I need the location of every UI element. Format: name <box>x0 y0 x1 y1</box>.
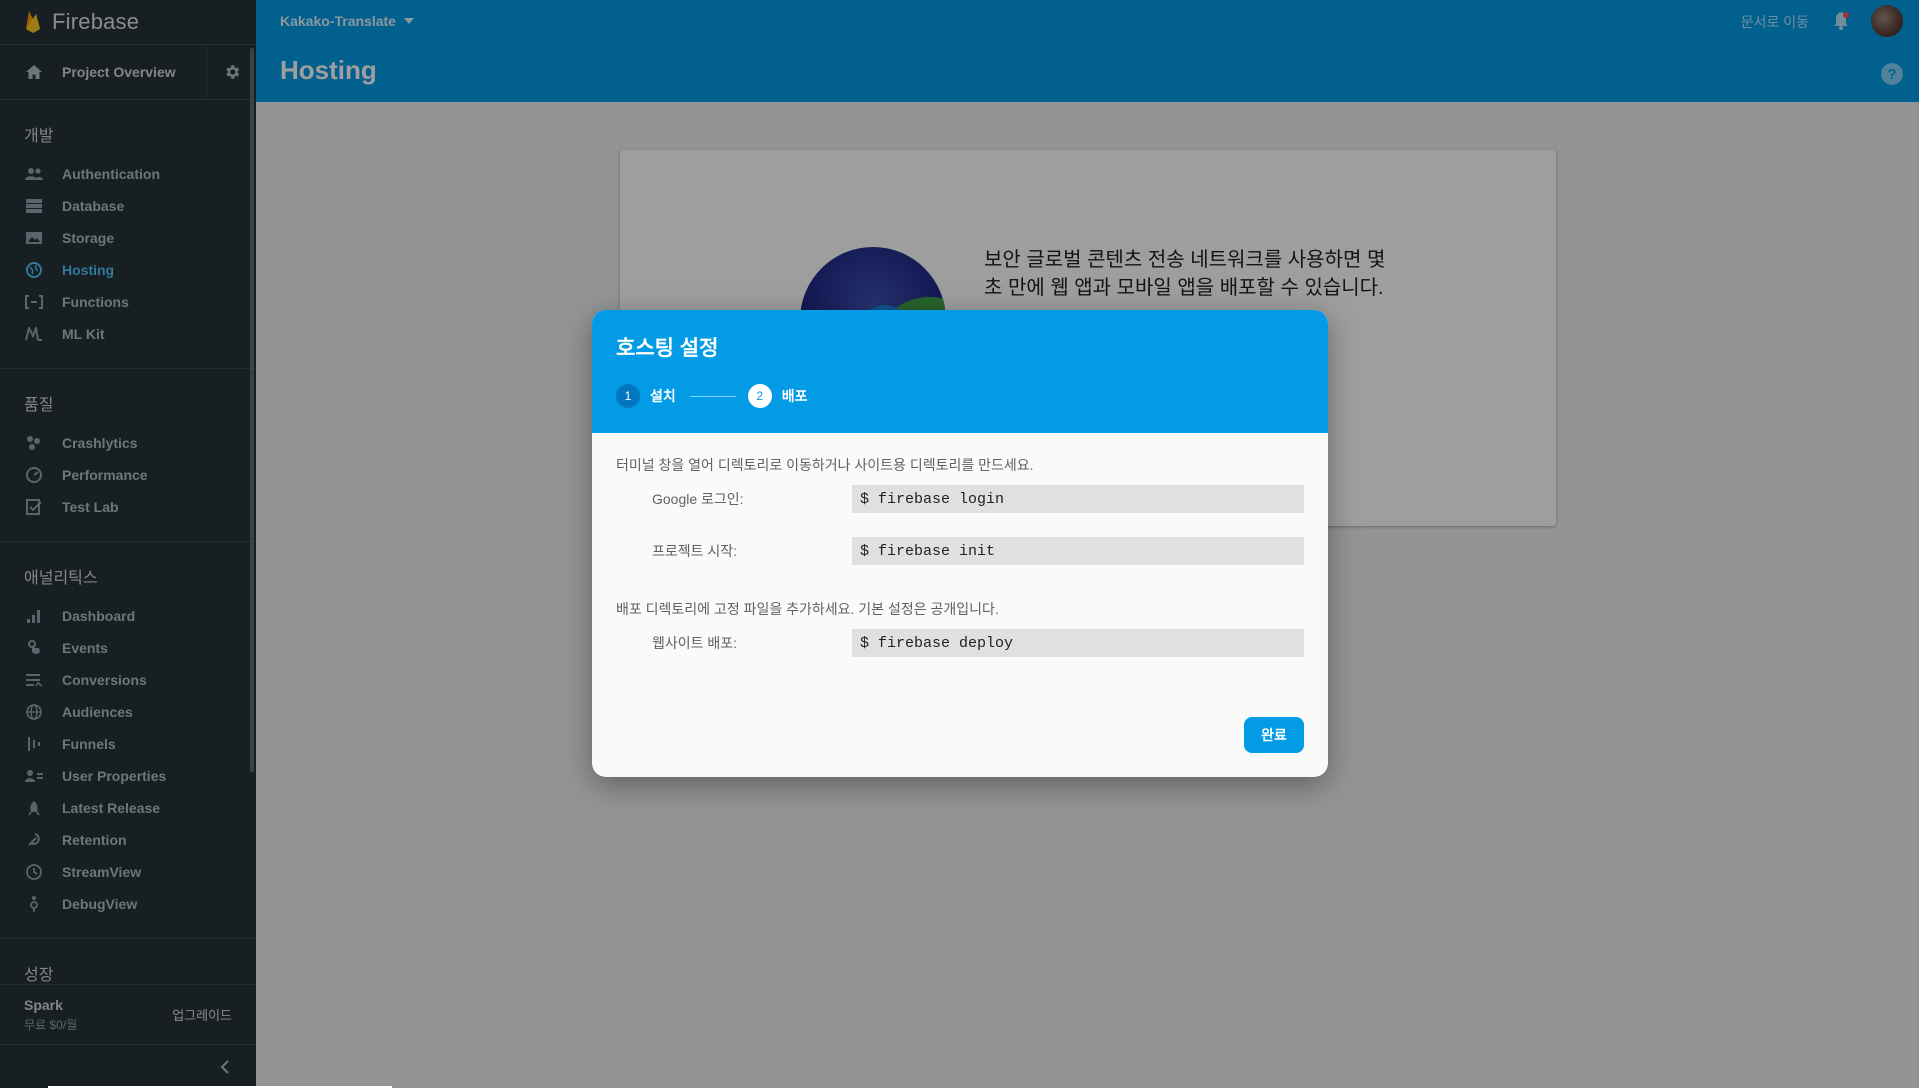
step-1-number[interactable]: 1 <box>616 384 640 408</box>
step-2-number[interactable]: 2 <box>747 384 772 408</box>
dialog-title: 호스팅 설정 <box>616 337 719 360</box>
hosting-setup-dialog: 호스팅 설정 1 설치 2 배포 터미널 창을 열어 디렉토리로 이동하거나 사… <box>592 310 1328 777</box>
command-box[interactable]: $ firebase deploy <box>852 629 1304 657</box>
step-1-label[interactable]: 설치 <box>650 386 676 406</box>
command-row-login: Google 로그인: $ firebase login <box>652 485 1304 513</box>
command-label: 프로젝트 시작: <box>652 543 738 559</box>
instruction-text: 터미널 창을 열어 디렉토리로 이동하거나 사이트용 디렉토리를 만드세요. <box>616 457 1034 473</box>
command-label: Google 로그인: <box>652 491 744 507</box>
command-box[interactable]: $ firebase init <box>852 537 1304 565</box>
step-2-label[interactable]: 배포 <box>782 386 808 406</box>
command-row-init: 프로젝트 시작: $ firebase init <box>652 537 1304 565</box>
command-row-deploy: 웹사이트 배포: $ firebase deploy <box>652 629 1304 657</box>
command-label: 웹사이트 배포: <box>652 635 738 651</box>
done-button[interactable]: 완료 <box>1244 717 1304 753</box>
command-box[interactable]: $ firebase login <box>852 485 1304 513</box>
dialog-header: 호스팅 설정 1 설치 2 배포 <box>592 310 1328 433</box>
stepper: 1 설치 2 배포 <box>616 384 808 408</box>
instruction-text: 배포 디렉토리에 고정 파일을 추가하세요. 기본 설정은 공개입니다. <box>616 601 999 617</box>
step-connector <box>689 395 736 397</box>
